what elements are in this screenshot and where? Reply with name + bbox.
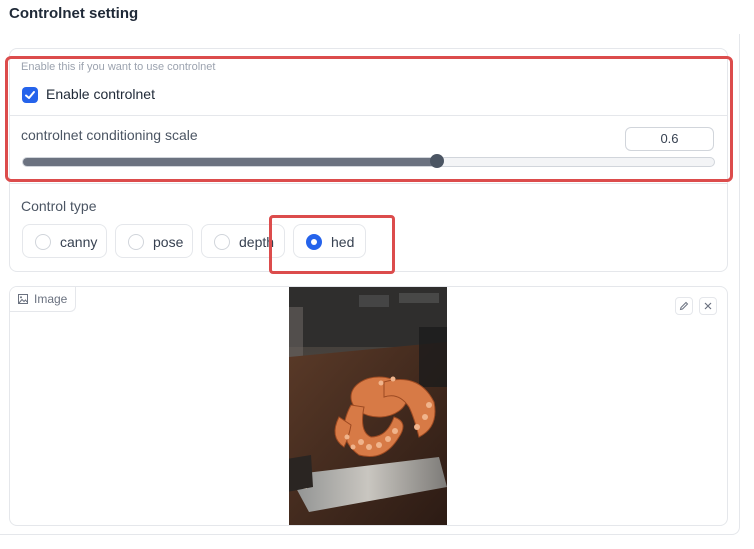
checkmark-icon xyxy=(25,91,35,99)
scale-slider-track[interactable] xyxy=(22,157,715,167)
enable-controlnet-checkbox[interactable] xyxy=(22,87,38,103)
close-icon xyxy=(704,302,712,310)
radio-circle-icon xyxy=(214,234,230,250)
radio-circle-icon xyxy=(35,234,51,250)
radio-label: depth xyxy=(239,234,275,250)
radio-hed[interactable]: hed xyxy=(293,224,366,258)
enable-controlnet-label[interactable]: Enable controlnet xyxy=(46,86,155,102)
octopus-photo xyxy=(289,287,447,525)
radio-depth[interactable]: depth xyxy=(201,224,285,258)
radio-canny[interactable]: canny xyxy=(22,224,107,258)
image-panel[interactable]: Image xyxy=(9,286,728,526)
clear-image-button[interactable] xyxy=(699,297,717,315)
radio-circle-icon xyxy=(128,234,144,250)
image-tag: Image xyxy=(10,287,77,312)
scale-label: controlnet conditioning scale xyxy=(21,127,198,143)
radio-selected-icon xyxy=(306,234,322,250)
divider xyxy=(10,115,727,116)
radio-label: canny xyxy=(60,234,98,250)
edit-image-button[interactable] xyxy=(675,297,693,315)
scale-number-input[interactable]: 0.6 xyxy=(625,127,714,151)
scale-slider-thumb[interactable] xyxy=(429,154,444,168)
control-type-label: Control type xyxy=(21,198,97,214)
radio-label: hed xyxy=(331,234,355,250)
divider xyxy=(10,183,727,184)
section-title: Controlnet setting xyxy=(9,5,139,22)
enable-info-text: Enable this if you want to use controlne… xyxy=(21,61,216,73)
edit-icon xyxy=(679,301,689,311)
scale-slider-fill xyxy=(23,158,438,166)
radio-label: pose xyxy=(153,234,184,250)
image-label: Image xyxy=(34,292,68,306)
image-icon xyxy=(18,294,28,304)
radio-pose[interactable]: pose xyxy=(115,224,193,258)
